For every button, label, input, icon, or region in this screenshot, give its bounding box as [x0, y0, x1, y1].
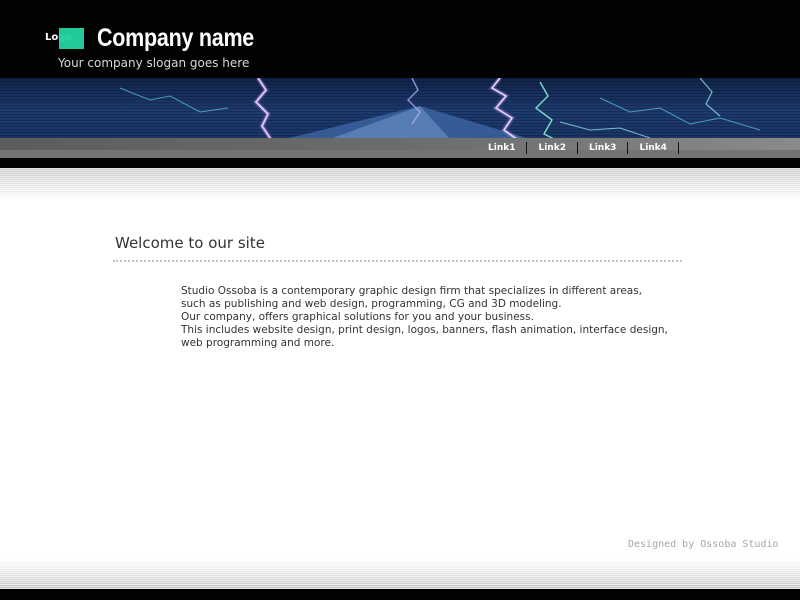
paragraph-line: Studio Ossoba is a contemporary graphic …	[181, 285, 643, 297]
paragraph-line: This includes website design, print desi…	[181, 324, 668, 336]
paragraph-line: such as publishing and web design, progr…	[181, 298, 562, 310]
bottom-stripe-band	[0, 558, 800, 589]
nav-link-3[interactable]: Link3	[578, 141, 627, 155]
footer-bar	[0, 589, 800, 600]
nav-bar	[0, 138, 800, 158]
site-header: Logo Company name Your company slogan go…	[0, 0, 800, 78]
nav-separator	[677, 142, 679, 154]
nav-link-1[interactable]: Link1	[477, 141, 526, 155]
intro-paragraph: Studio Ossoba is a contemporary graphic …	[181, 285, 691, 350]
top-stripe-band	[0, 168, 800, 200]
company-slogan: Your company slogan goes here	[58, 56, 250, 70]
logo-text[interactable]: Logo	[45, 32, 72, 43]
company-name: Company name	[97, 24, 255, 52]
logo-text-part1: Lo	[45, 32, 59, 43]
nav-link-4[interactable]: Link4	[628, 141, 677, 155]
paragraph-line: Our company, offers graphical solutions …	[181, 311, 534, 323]
logo-text-part2: go	[58, 32, 73, 43]
nav-links: Link1 Link2 Link3 Link4	[477, 141, 679, 155]
paragraph-line: web programming and more.	[181, 337, 335, 349]
header-bottom-strip	[0, 158, 800, 168]
nav-link-2[interactable]: Link2	[527, 141, 576, 155]
designer-credit: Designed by Ossoba Studio	[628, 539, 779, 550]
page-title: Welcome to our site	[115, 234, 265, 252]
title-divider	[113, 260, 682, 262]
nav-bar-lower	[0, 150, 800, 158]
